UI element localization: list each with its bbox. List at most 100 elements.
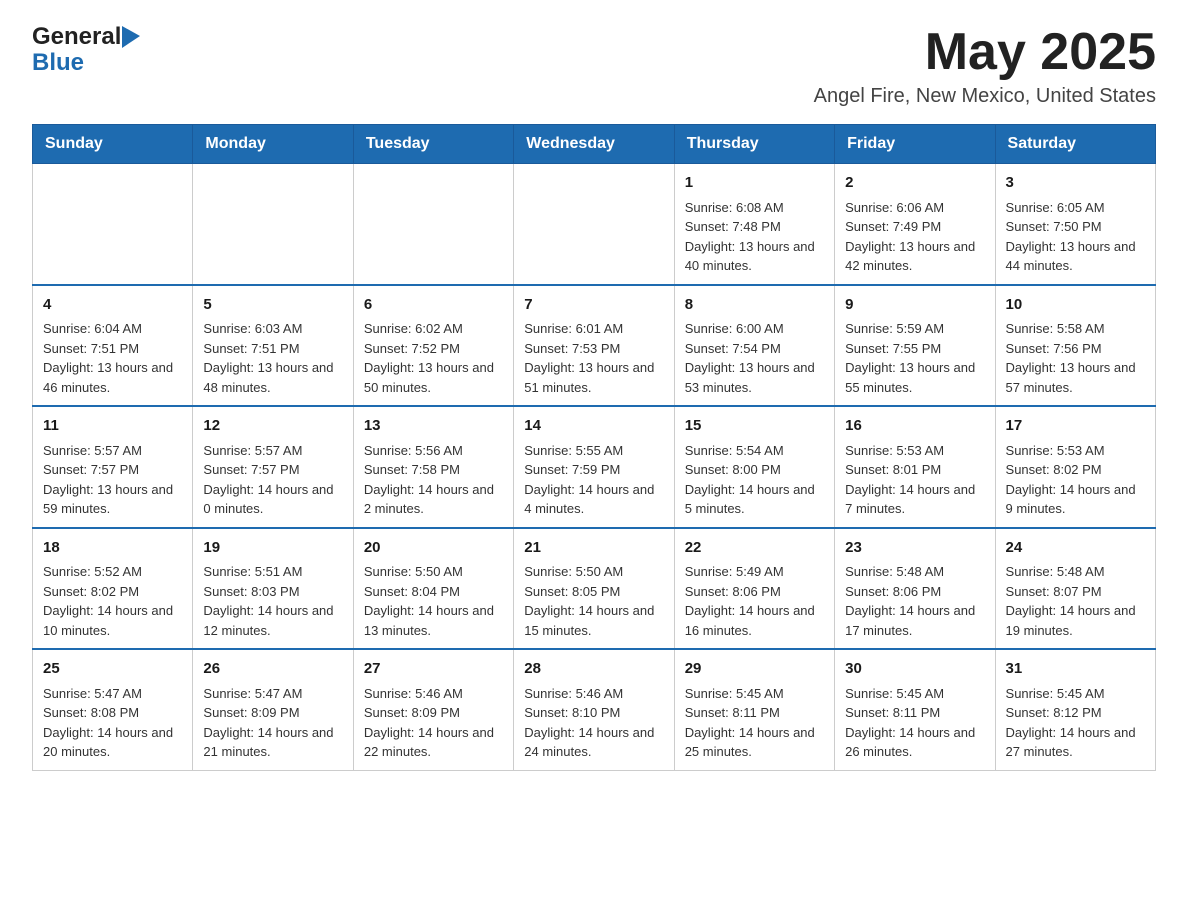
day-info: Sunrise: 6:05 AM	[1006, 198, 1145, 218]
day-info: Sunset: 7:58 PM	[364, 460, 503, 480]
day-info: Sunset: 8:00 PM	[685, 460, 824, 480]
day-info: Sunrise: 5:48 AM	[1006, 562, 1145, 582]
day-info: Sunrise: 6:03 AM	[203, 319, 342, 339]
day-info: Daylight: 13 hours and 46 minutes.	[43, 358, 182, 397]
day-info: Sunset: 7:51 PM	[43, 339, 182, 359]
calendar-week-row: 1Sunrise: 6:08 AMSunset: 7:48 PMDaylight…	[33, 164, 1156, 285]
day-info: Sunrise: 6:02 AM	[364, 319, 503, 339]
day-info: Daylight: 14 hours and 25 minutes.	[685, 723, 824, 762]
day-number: 2	[845, 172, 984, 195]
day-info: Daylight: 14 hours and 10 minutes.	[43, 601, 182, 640]
day-number: 12	[203, 415, 342, 438]
day-info: Daylight: 14 hours and 12 minutes.	[203, 601, 342, 640]
day-info: Daylight: 14 hours and 24 minutes.	[524, 723, 663, 762]
month-title: May 2025	[814, 24, 1156, 81]
calendar-cell: 20Sunrise: 5:50 AMSunset: 8:04 PMDayligh…	[353, 528, 513, 650]
day-info: Daylight: 14 hours and 19 minutes.	[1006, 601, 1145, 640]
logo-triangle-icon	[122, 26, 140, 48]
day-info: Daylight: 14 hours and 22 minutes.	[364, 723, 503, 762]
day-info: Daylight: 13 hours and 40 minutes.	[685, 237, 824, 276]
day-info: Daylight: 13 hours and 59 minutes.	[43, 480, 182, 519]
day-info: Sunrise: 5:49 AM	[685, 562, 824, 582]
day-number: 3	[1006, 172, 1145, 195]
day-info: Daylight: 13 hours and 48 minutes.	[203, 358, 342, 397]
calendar-cell: 6Sunrise: 6:02 AMSunset: 7:52 PMDaylight…	[353, 285, 513, 407]
day-number: 18	[43, 537, 182, 560]
day-info: Daylight: 14 hours and 26 minutes.	[845, 723, 984, 762]
calendar-cell: 14Sunrise: 5:55 AMSunset: 7:59 PMDayligh…	[514, 406, 674, 528]
day-info: Daylight: 14 hours and 15 minutes.	[524, 601, 663, 640]
day-info: Daylight: 14 hours and 9 minutes.	[1006, 480, 1145, 519]
logo-text: General	[32, 24, 121, 50]
calendar-table: SundayMondayTuesdayWednesdayThursdayFrid…	[32, 124, 1156, 771]
calendar-cell: 21Sunrise: 5:50 AMSunset: 8:05 PMDayligh…	[514, 528, 674, 650]
calendar-cell: 29Sunrise: 5:45 AMSunset: 8:11 PMDayligh…	[674, 649, 834, 770]
day-number: 10	[1006, 294, 1145, 317]
day-number: 22	[685, 537, 824, 560]
calendar-cell: 11 Sunrise: 5:57 AMSunset: 7:57 PMDayligh…	[33, 406, 193, 528]
day-info: Sunrise: 5:57 AM	[43, 441, 182, 461]
day-info: Daylight: 13 hours and 57 minutes.	[1006, 358, 1145, 397]
day-number: 15	[685, 415, 824, 438]
day-info: Sunrise: 5:58 AM	[1006, 319, 1145, 339]
day-number: 4	[43, 294, 182, 317]
day-info: Sunrise: 5:51 AM	[203, 562, 342, 582]
calendar-header-row: SundayMondayTuesdayWednesdayThursdayFrid…	[33, 125, 1156, 164]
calendar-cell	[514, 164, 674, 285]
calendar-cell: 22Sunrise: 5:49 AMSunset: 8:06 PMDayligh…	[674, 528, 834, 650]
day-info: Daylight: 14 hours and 0 minutes.	[203, 480, 342, 519]
calendar-week-row: 18Sunrise: 5:52 AMSunset: 8:02 PMDayligh…	[33, 528, 1156, 650]
day-info: Sunrise: 5:47 AM	[43, 684, 182, 704]
day-info: Daylight: 13 hours and 42 minutes.	[845, 237, 984, 276]
day-info: Sunset: 8:04 PM	[364, 582, 503, 602]
day-number: 25	[43, 658, 182, 681]
day-info: Sunset: 8:06 PM	[685, 582, 824, 602]
calendar-cell: 19Sunrise: 5:51 AMSunset: 8:03 PMDayligh…	[193, 528, 353, 650]
day-info: Sunset: 7:55 PM	[845, 339, 984, 359]
calendar-cell: 28Sunrise: 5:46 AMSunset: 8:10 PMDayligh…	[514, 649, 674, 770]
calendar-cell: 15Sunrise: 5:54 AMSunset: 8:00 PMDayligh…	[674, 406, 834, 528]
day-info: Sunrise: 5:50 AM	[524, 562, 663, 582]
day-info: Sunrise: 5:48 AM	[845, 562, 984, 582]
day-info: Sunrise: 5:46 AM	[364, 684, 503, 704]
day-info: Sunset: 8:10 PM	[524, 703, 663, 723]
day-info: Sunset: 8:11 PM	[685, 703, 824, 723]
calendar-cell: 2Sunrise: 6:06 AMSunset: 7:49 PMDaylight…	[835, 164, 995, 285]
day-info: Daylight: 13 hours and 55 minutes.	[845, 358, 984, 397]
day-info: Sunset: 7:57 PM	[43, 460, 182, 480]
day-info: Sunset: 8:09 PM	[364, 703, 503, 723]
calendar-cell: 5Sunrise: 6:03 AMSunset: 7:51 PMDaylight…	[193, 285, 353, 407]
day-number: 1	[685, 172, 824, 195]
day-number: 11	[43, 415, 182, 438]
day-info: Sunset: 7:54 PM	[685, 339, 824, 359]
calendar-cell: 3Sunrise: 6:05 AMSunset: 7:50 PMDaylight…	[995, 164, 1155, 285]
day-info: Sunrise: 5:54 AM	[685, 441, 824, 461]
day-info: Sunrise: 5:55 AM	[524, 441, 663, 461]
day-info: Sunrise: 6:04 AM	[43, 319, 182, 339]
day-number: 20	[364, 537, 503, 560]
day-info: Sunrise: 5:53 AM	[845, 441, 984, 461]
day-number: 24	[1006, 537, 1145, 560]
day-info: Sunset: 8:09 PM	[203, 703, 342, 723]
day-number: 28	[524, 658, 663, 681]
day-info: Sunset: 8:11 PM	[845, 703, 984, 723]
day-info: Sunset: 8:07 PM	[1006, 582, 1145, 602]
day-info: Sunrise: 6:01 AM	[524, 319, 663, 339]
day-info: Daylight: 14 hours and 4 minutes.	[524, 480, 663, 519]
day-info: Daylight: 14 hours and 13 minutes.	[364, 601, 503, 640]
day-info: Sunset: 8:05 PM	[524, 582, 663, 602]
day-info: Daylight: 14 hours and 16 minutes.	[685, 601, 824, 640]
day-info: Sunrise: 5:59 AM	[845, 319, 984, 339]
day-info: Sunrise: 5:45 AM	[685, 684, 824, 704]
day-number: 23	[845, 537, 984, 560]
day-number: 17	[1006, 415, 1145, 438]
day-number: 5	[203, 294, 342, 317]
day-number: 19	[203, 537, 342, 560]
day-header-wednesday: Wednesday	[514, 125, 674, 164]
day-info: Sunset: 8:08 PM	[43, 703, 182, 723]
day-info: Sunrise: 6:00 AM	[685, 319, 824, 339]
calendar-cell: 26Sunrise: 5:47 AMSunset: 8:09 PMDayligh…	[193, 649, 353, 770]
calendar-cell: 7Sunrise: 6:01 AMSunset: 7:53 PMDaylight…	[514, 285, 674, 407]
day-number: 27	[364, 658, 503, 681]
day-info: Sunset: 7:53 PM	[524, 339, 663, 359]
